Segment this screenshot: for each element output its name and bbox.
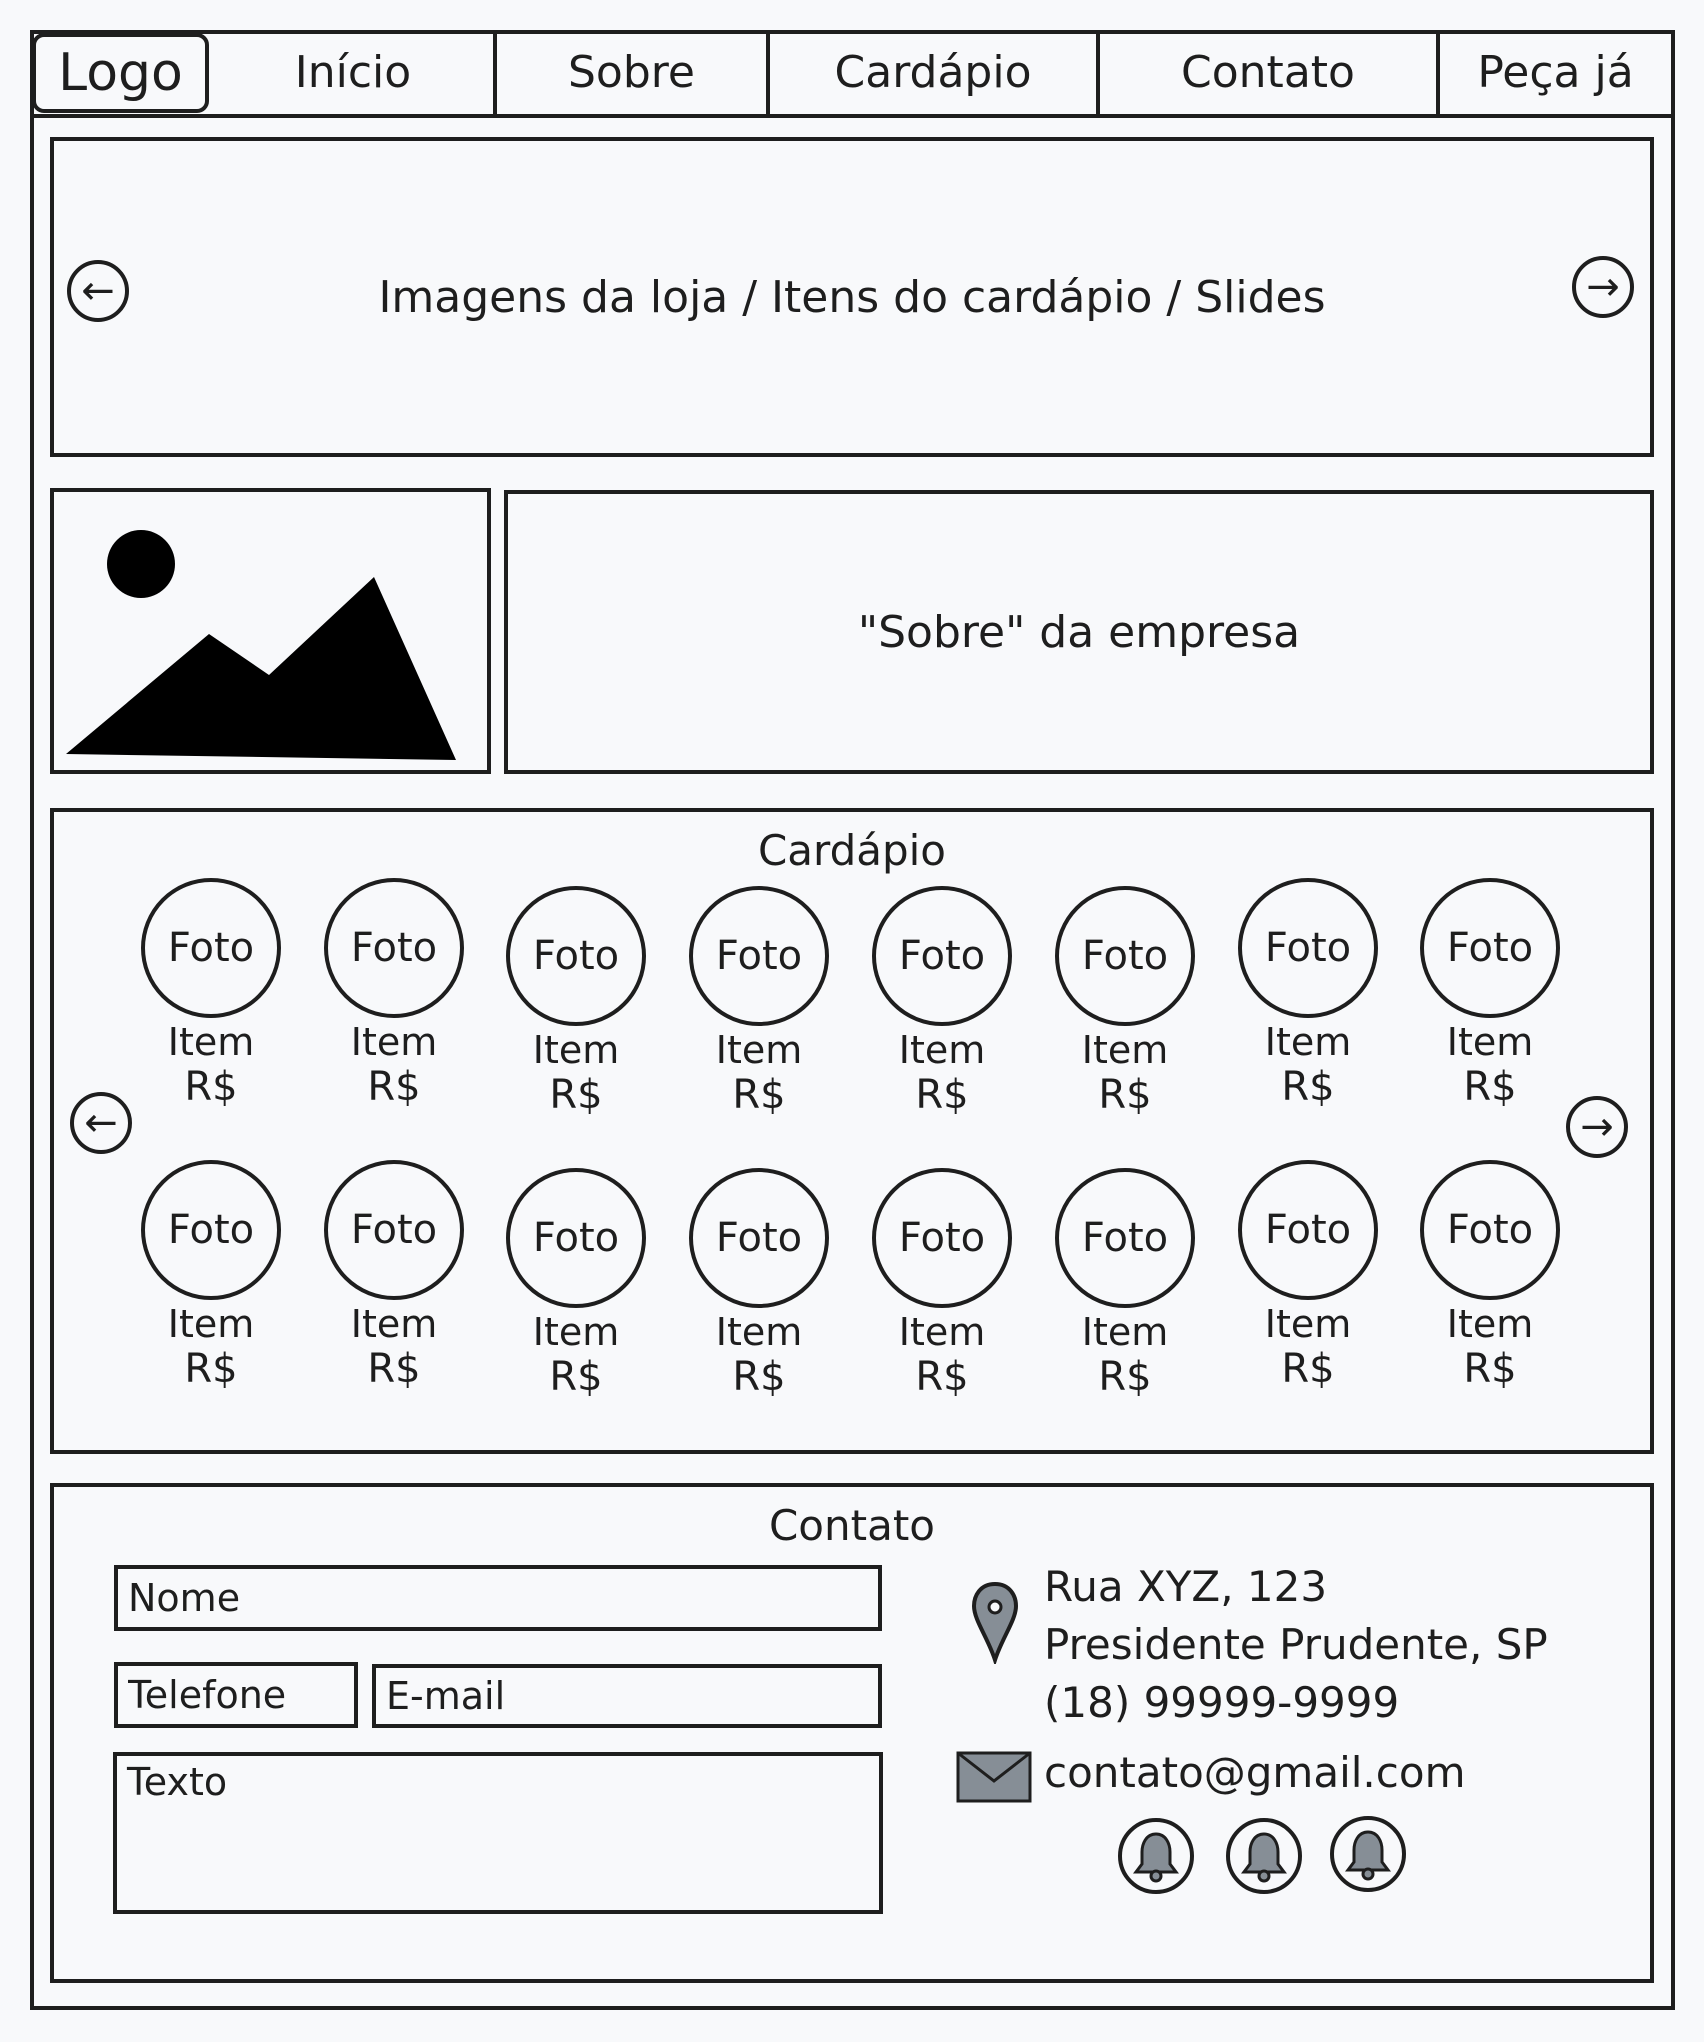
menu-item-photo: Foto — [506, 1168, 646, 1308]
nav-item-peca-ja[interactable]: Peça já — [1436, 30, 1671, 114]
nav-item-sobre[interactable]: Sobre — [493, 30, 766, 114]
menu-item-name: Item — [1446, 1302, 1534, 1346]
contact-title: Contato — [768, 1501, 935, 1550]
menu-item[interactable]: Foto Item R$ — [689, 1168, 829, 1400]
arrow-right-icon[interactable]: → — [1572, 256, 1634, 318]
mail-icon — [956, 1751, 1032, 1803]
menu-item-photo: Foto — [324, 878, 464, 1018]
menu-item[interactable]: Foto Item R$ — [506, 886, 646, 1118]
name-field[interactable] — [114, 1565, 882, 1631]
menu-item-price: R$ — [367, 1346, 421, 1392]
arrow-left-icon[interactable]: ← — [67, 260, 129, 322]
menu-item-price: R$ — [1098, 1072, 1152, 1118]
menu-item-name: Item — [167, 1020, 255, 1064]
logo[interactable]: Logo — [32, 33, 209, 113]
location-pin-icon — [971, 1581, 1019, 1664]
phone-number: (18) 99999-9999 — [1044, 1678, 1400, 1727]
menu-item-photo: Foto — [872, 1168, 1012, 1308]
menu-item[interactable]: Foto Item R$ — [324, 1160, 464, 1392]
image-placeholder-icon — [66, 530, 456, 760]
menu-item-name: Item — [1081, 1028, 1169, 1072]
menu-item-price: R$ — [367, 1064, 421, 1110]
top-navigation: Logo Início Sobre Cardápio Contato Peça … — [30, 30, 1675, 118]
menu-item-price: R$ — [184, 1064, 238, 1110]
menu-title: Cardápio — [757, 826, 946, 875]
menu-item-price: R$ — [1281, 1064, 1335, 1110]
menu-item-name: Item — [898, 1310, 986, 1354]
menu-item[interactable]: Foto Item R$ — [141, 878, 281, 1110]
menu-item[interactable]: Foto Item R$ — [506, 1168, 646, 1400]
menu-item-photo: Foto — [141, 1160, 281, 1300]
menu-item[interactable]: Foto Item R$ — [1055, 886, 1195, 1118]
nav-item-cardapio[interactable]: Cardápio — [766, 30, 1096, 114]
address-line-2: Presidente Prudente, SP — [1044, 1620, 1548, 1669]
menu-item[interactable]: Foto Item R$ — [1420, 1160, 1560, 1392]
address-line-1: Rua XYZ, 123 — [1044, 1562, 1328, 1611]
menu-section: Cardápio — [50, 808, 1654, 1454]
menu-item-name: Item — [715, 1310, 803, 1354]
menu-item-photo: Foto — [1420, 1160, 1560, 1300]
menu-item-photo: Foto — [1420, 878, 1560, 1018]
menu-item-photo: Foto — [1238, 1160, 1378, 1300]
menu-item-price: R$ — [1281, 1346, 1335, 1392]
about-text-box: "Sobre" da empresa — [504, 490, 1654, 774]
menu-item-name: Item — [1446, 1020, 1534, 1064]
menu-item-name: Item — [1081, 1310, 1169, 1354]
message-field[interactable] — [113, 1752, 883, 1914]
menu-item-price: R$ — [184, 1346, 238, 1392]
menu-item-name: Item — [898, 1028, 986, 1072]
menu-item[interactable]: Foto Item R$ — [872, 886, 1012, 1118]
menu-item-name: Item — [167, 1302, 255, 1346]
bell-icon[interactable] — [1330, 1816, 1406, 1892]
bell-icon[interactable] — [1226, 1818, 1302, 1894]
menu-item-photo: Foto — [689, 886, 829, 1026]
email-field[interactable] — [372, 1664, 882, 1728]
menu-item-photo: Foto — [689, 1168, 829, 1308]
arrow-right-icon[interactable]: → — [1566, 1096, 1628, 1158]
menu-item[interactable]: Foto Item R$ — [324, 878, 464, 1110]
menu-item[interactable]: Foto Item R$ — [872, 1168, 1012, 1400]
menu-item[interactable]: Foto Item R$ — [1055, 1168, 1195, 1400]
menu-item-photo: Foto — [506, 886, 646, 1026]
menu-item-price: R$ — [732, 1072, 786, 1118]
menu-item[interactable]: Foto Item R$ — [689, 886, 829, 1118]
menu-item-photo: Foto — [1055, 1168, 1195, 1308]
menu-item-price: R$ — [1463, 1346, 1517, 1392]
menu-item-photo: Foto — [324, 1160, 464, 1300]
menu-item[interactable]: Foto Item R$ — [1420, 878, 1560, 1110]
nav-item-contato[interactable]: Contato — [1096, 30, 1436, 114]
menu-item-photo: Foto — [141, 878, 281, 1018]
menu-item[interactable]: Foto Item R$ — [1238, 1160, 1378, 1392]
nav-item-inicio[interactable]: Início — [213, 30, 493, 114]
menu-item-name: Item — [715, 1028, 803, 1072]
email-address: contato@gmail.com — [1044, 1748, 1466, 1797]
menu-item-price: R$ — [1098, 1354, 1152, 1400]
phone-field[interactable] — [114, 1662, 358, 1728]
menu-item-name: Item — [1264, 1302, 1352, 1346]
menu-item-price: R$ — [549, 1354, 603, 1400]
menu-item-photo: Foto — [1055, 886, 1195, 1026]
arrow-left-icon[interactable]: ← — [70, 1092, 132, 1154]
bell-icon[interactable] — [1118, 1818, 1194, 1894]
menu-item-photo: Foto — [1238, 878, 1378, 1018]
menu-item[interactable]: Foto Item R$ — [141, 1160, 281, 1392]
menu-item-price: R$ — [1463, 1064, 1517, 1110]
menu-item[interactable]: Foto Item R$ — [1238, 878, 1378, 1110]
hero-slider: Imagens da loja / Itens do cardápio / Sl… — [50, 137, 1654, 457]
menu-item-photo: Foto — [872, 886, 1012, 1026]
about-image — [50, 488, 491, 774]
about-text: "Sobre" da empresa — [857, 606, 1301, 658]
menu-item-price: R$ — [915, 1072, 969, 1118]
menu-item-price: R$ — [732, 1354, 786, 1400]
menu-item-name: Item — [1264, 1020, 1352, 1064]
hero-text: Imagens da loja / Itens do cardápio / Sl… — [378, 271, 1326, 323]
menu-item-price: R$ — [915, 1354, 969, 1400]
menu-item-name: Item — [532, 1310, 620, 1354]
menu-item-price: R$ — [549, 1072, 603, 1118]
menu-item-name: Item — [532, 1028, 620, 1072]
menu-item-name: Item — [350, 1020, 438, 1064]
menu-item-name: Item — [350, 1302, 438, 1346]
